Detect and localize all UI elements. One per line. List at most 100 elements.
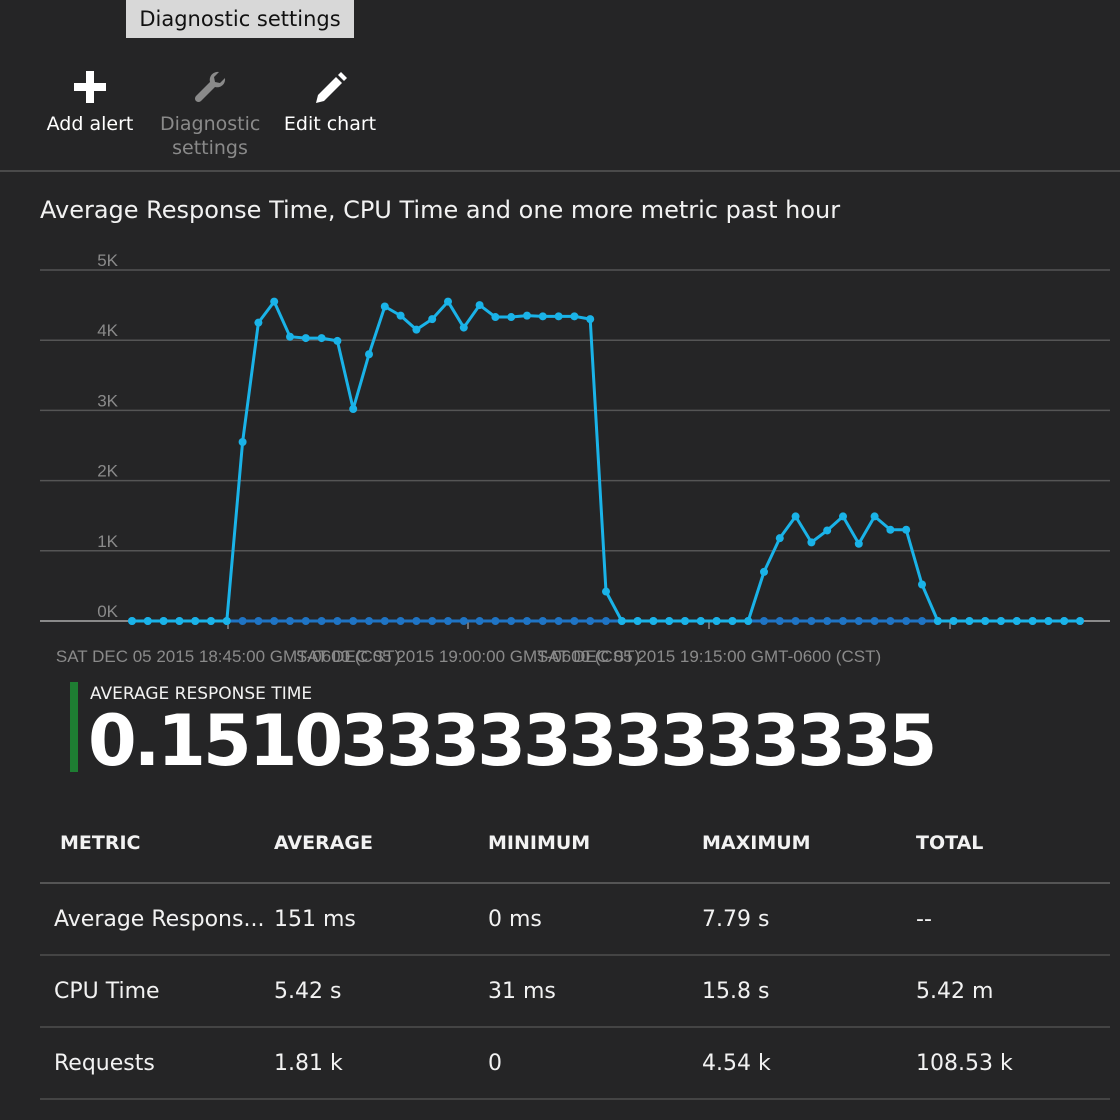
x-tick-label: SAT DEC 05 2015 19:15:00 GMT-0600 (CST) <box>537 647 881 666</box>
data-point <box>538 617 547 625</box>
data-point <box>333 336 342 345</box>
data-point <box>191 617 200 625</box>
cell-minimum: 0 ms <box>488 907 542 932</box>
data-point <box>633 617 642 625</box>
data-point <box>570 617 579 625</box>
data-point <box>870 512 879 521</box>
y-tick-label: 5K <box>97 251 118 270</box>
edit-chart-label: Edit chart <box>283 113 377 135</box>
data-point <box>807 538 816 547</box>
data-point <box>507 617 516 625</box>
data-point <box>807 617 816 625</box>
data-point <box>665 617 674 625</box>
data-point <box>744 617 753 625</box>
y-tick-label: 0K <box>97 602 118 621</box>
data-point <box>317 617 326 625</box>
cell-total: 108.53 k <box>916 1051 1013 1076</box>
data-point <box>886 525 895 534</box>
data-point <box>380 617 389 625</box>
data-point <box>380 302 389 311</box>
header-metric[interactable]: METRIC <box>60 832 141 854</box>
cell-total: 5.42 m <box>916 979 994 1004</box>
table-header: METRIC AVERAGE MINIMUM MAXIMUM TOTAL <box>40 808 1110 884</box>
header-average[interactable]: AVERAGE <box>274 832 373 854</box>
add-alert-button[interactable]: Add alert <box>40 62 140 136</box>
summary-value: 0.15103333333333335 <box>88 700 937 782</box>
header-total[interactable]: TOTAL <box>916 832 983 854</box>
tooltip: Diagnostic settings <box>126 0 354 38</box>
data-point <box>949 617 958 625</box>
data-point <box>1076 617 1084 625</box>
cell-metric: CPU Time <box>54 979 160 1004</box>
data-point <box>902 617 911 625</box>
data-point <box>554 312 563 321</box>
table-row[interactable]: Requests 1.81 k 0 4.54 k 108.53 k <box>40 1028 1110 1100</box>
y-tick-label: 2K <box>97 462 118 481</box>
line-chart[interactable]: 0K1K2K3K4K5KSAT DEC 05 2015 18:45:00 GMT… <box>0 240 1120 670</box>
data-point <box>760 617 768 625</box>
cell-average: 1.81 k <box>274 1051 343 1076</box>
data-point <box>1060 617 1069 625</box>
table-row[interactable]: CPU Time 5.42 s 31 ms 15.8 s 5.42 m <box>40 956 1110 1028</box>
data-point <box>586 315 595 324</box>
data-point <box>617 617 626 625</box>
cell-metric: Average Respons... <box>54 907 265 932</box>
data-point <box>870 617 879 625</box>
data-point <box>412 325 421 334</box>
data-point <box>602 587 610 596</box>
chart-title[interactable]: Average Response Time, CPU Time and one … <box>40 196 840 224</box>
data-point <box>649 617 658 625</box>
data-point <box>475 301 484 310</box>
y-tick-label: 1K <box>97 532 118 551</box>
header-maximum[interactable]: MAXIMUM <box>702 832 811 854</box>
data-point <box>238 617 247 625</box>
cell-average: 151 ms <box>274 907 356 932</box>
header-minimum[interactable]: MINIMUM <box>488 832 590 854</box>
data-point <box>523 617 531 625</box>
data-point <box>839 512 847 521</box>
data-point <box>997 617 1005 625</box>
summary-metric[interactable]: AVERAGE RESPONSE TIME 0.1510333333333333… <box>70 682 1070 782</box>
data-point <box>507 313 516 322</box>
data-point <box>317 334 326 343</box>
edit-chart-button[interactable]: Edit chart <box>280 62 380 136</box>
data-point <box>444 617 452 625</box>
data-point <box>854 617 863 625</box>
data-point <box>681 617 689 625</box>
y-tick-label: 3K <box>97 391 118 410</box>
data-point <box>791 617 800 625</box>
diagnostic-settings-label: Diagnostic settings <box>160 113 261 159</box>
data-point <box>886 617 895 625</box>
plus-icon <box>40 62 140 112</box>
data-point <box>222 617 231 625</box>
data-point <box>286 617 294 625</box>
data-point <box>586 617 595 625</box>
data-point <box>412 617 421 625</box>
data-point <box>333 617 342 625</box>
diagnostic-settings-button[interactable]: Diagnostic settings <box>160 62 260 160</box>
data-point <box>696 617 705 625</box>
cell-maximum: 4.54 k <box>702 1051 771 1076</box>
data-point <box>554 617 563 625</box>
y-tick-label: 4K <box>97 321 118 340</box>
series-line <box>132 300 1080 623</box>
data-point <box>570 312 579 321</box>
data-point <box>349 617 358 625</box>
cell-total: -- <box>916 907 932 932</box>
data-point <box>791 512 800 521</box>
data-point <box>396 617 405 625</box>
data-point <box>459 617 468 625</box>
data-point <box>207 617 215 625</box>
data-point <box>286 332 294 341</box>
data-point <box>349 404 358 413</box>
data-point <box>981 617 990 625</box>
table-row[interactable]: Average Respons... 151 ms 0 ms 7.79 s -- <box>40 884 1110 956</box>
pencil-icon <box>280 62 380 112</box>
data-point <box>143 617 152 625</box>
data-point <box>1012 617 1021 625</box>
summary-accent-bar <box>70 682 78 772</box>
add-alert-label: Add alert <box>46 113 134 135</box>
data-point <box>365 617 373 625</box>
data-point <box>365 350 373 359</box>
data-point <box>491 313 500 322</box>
